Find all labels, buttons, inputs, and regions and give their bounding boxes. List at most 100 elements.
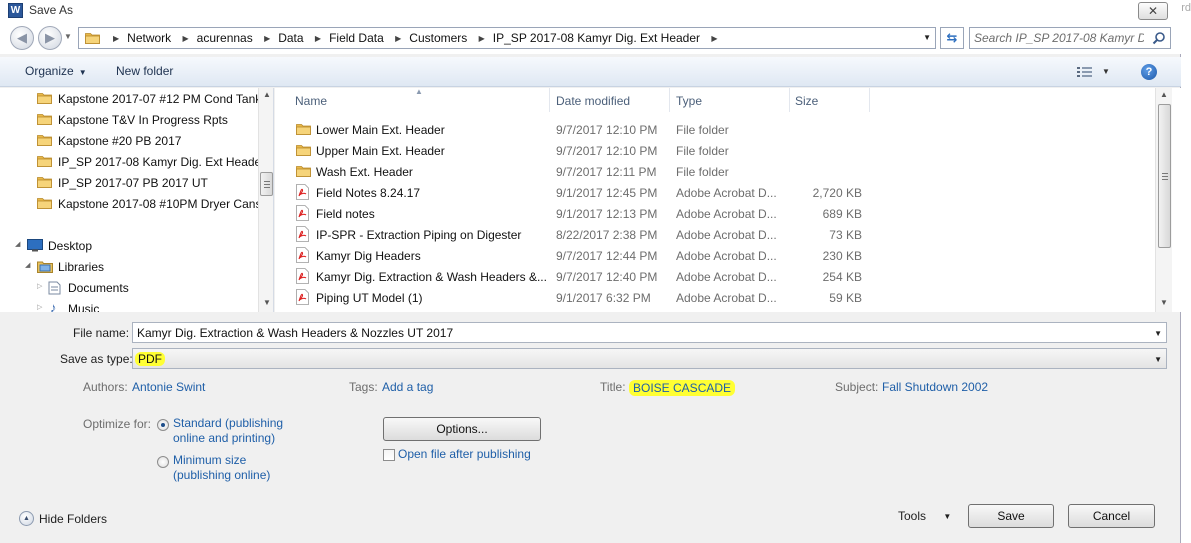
column-header-type[interactable]: Type [676,94,702,108]
scroll-up-icon[interactable]: ▲ [1160,90,1168,99]
breadcrumb-item[interactable]: Field Data [329,31,384,45]
address-bar[interactable]: ▶ Network ▶ acurennas ▶ Data ▶ Field Data ▶ C… [78,27,936,49]
back-button[interactable]: ◀ [10,26,34,50]
file-row[interactable]: Kamyr Dig Headers 9/7/2017 12:44 PM Adob… [275,245,1165,266]
sidebar-item-label: Kapstone 2017-08 #10PM Dryer Cans [58,197,262,211]
pdf-icon [296,289,309,305]
file-row[interactable]: Wash Ext. Header 9/7/2017 12:11 PM File … [275,161,1165,182]
standard-radio[interactable] [157,419,169,431]
column-header-date[interactable]: Date modified [556,94,630,108]
sidebar-item-label: Kapstone #20 PB 2017 [58,134,182,148]
views-icon[interactable] [1076,66,1094,78]
minimum-size-radio[interactable] [157,456,169,468]
cancel-button[interactable]: Cancel [1068,504,1155,528]
file-name: Kamyr Dig. Extraction & Wash Headers &..… [316,270,547,284]
sidebar-item-documents[interactable]: ▷ Documents [0,278,260,299]
chevron-right-icon[interactable]: ▶ [113,34,119,43]
subject-value[interactable]: Fall Shutdown 2002 [882,380,988,394]
file-row[interactable]: IP-SPR - Extraction Piping on Digester 8… [275,224,1165,245]
file-row[interactable]: Field notes 9/1/2017 12:13 PM Adobe Acro… [275,203,1165,224]
sidebar-item-libraries[interactable]: ◢ Libraries [0,257,260,278]
file-row[interactable]: Kamyr Dig. Extraction & Wash Headers &..… [275,266,1165,287]
file-list-scrollbar[interactable]: ▲ ▼ [1155,88,1172,312]
column-header-size[interactable]: Size [795,94,818,108]
chevron-down-icon[interactable]: ▼ [1154,329,1162,338]
collapse-arrow-icon[interactable]: ◢ [15,240,20,248]
scrollbar-thumb[interactable] [260,172,273,196]
open-after-publishing-checkbox[interactable] [383,449,395,461]
tags-value[interactable]: Add a tag [382,380,433,394]
recent-locations-dropdown-icon[interactable]: ▼ [64,32,72,41]
chevron-right-icon[interactable]: ▶ [395,34,401,43]
refresh-button[interactable]: ⇆ [940,27,964,49]
save-type-select[interactable]: PDF ▼ [132,348,1167,369]
title-bar: W Save As ✕ [0,0,1181,22]
file-row[interactable]: Field Notes 8.24.17 9/1/2017 12:45 PM Ad… [275,182,1165,203]
chevron-right-icon[interactable]: ▶ [315,34,321,43]
file-name-input[interactable]: Kamyr Dig. Extraction & Wash Headers & N… [132,322,1167,343]
new-folder-button[interactable]: New folder [116,64,173,78]
scrollbar-thumb[interactable] [1158,104,1171,248]
help-icon[interactable]: ? [1141,64,1157,80]
minimum-size-radio-label[interactable]: Minimum size (publishing online) [173,453,270,483]
authors-value[interactable]: Antonie Swint [132,380,205,394]
file-row[interactable]: Lower Main Ext. Header 9/7/2017 12:10 PM… [275,119,1165,140]
breadcrumb: ▶ Network ▶ acurennas ▶ Data ▶ Field Data ▶ C… [105,31,726,45]
breadcrumb-item[interactable]: Data [278,31,303,45]
hide-folders-button[interactable]: Hide Folders [39,512,107,526]
tags-label: Tags: [349,380,378,394]
chevron-right-icon[interactable]: ▶ [711,34,717,43]
pdf-icon [296,205,309,221]
expand-arrow-icon[interactable]: ▷ [37,303,42,311]
scroll-up-icon[interactable]: ▲ [263,90,271,99]
sidebar-item-folder[interactable]: Kapstone T&V In Progress Rpts [0,110,260,131]
folder-icon [296,123,311,135]
chevron-down-icon[interactable]: ▼ [923,33,931,42]
pdf-icon [296,247,309,263]
options-button[interactable]: Options... [383,417,541,441]
file-name: Field Notes 8.24.17 [316,186,421,200]
collapse-up-icon[interactable]: ▲ [19,511,34,526]
refresh-icon: ⇆ [946,30,958,45]
open-after-publishing-label[interactable]: Open file after publishing [398,447,531,462]
sidebar-item-folder[interactable]: Kapstone 2017-07 #12 PM Cond Tanks [0,89,267,110]
chevron-down-icon: ▼ [943,512,952,521]
save-type-value: PDF [135,352,165,366]
file-date: 9/1/2017 12:45 PM [556,186,658,200]
search-input[interactable] [974,30,1144,46]
sidebar-item-folder[interactable]: Kapstone 2017-08 #10PM Dryer Cans [0,194,262,215]
breadcrumb-item[interactable]: Customers [409,31,467,45]
search-icon[interactable] [1152,31,1166,45]
chevron-right-icon[interactable]: ▶ [479,34,485,43]
breadcrumb-item[interactable]: IP_SP 2017-08 Kamyr Dig. Ext Header [493,31,700,45]
column-header-name[interactable]: Name [295,94,327,108]
sidebar-item-folder[interactable]: Kapstone #20 PB 2017 [0,131,260,152]
collapse-arrow-icon[interactable]: ◢ [25,261,30,269]
chevron-down-icon[interactable]: ▼ [1102,67,1110,76]
save-button[interactable]: Save [968,504,1054,528]
forward-button[interactable]: ▶ [38,26,62,50]
sidebar-item-folder[interactable]: IP_SP 2017-07 PB 2017 UT [0,173,260,194]
scroll-down-icon[interactable]: ▼ [263,298,271,307]
file-row[interactable]: Upper Main Ext. Header 9/7/2017 12:10 PM… [275,140,1165,161]
chevron-right-icon[interactable]: ▶ [264,34,270,43]
standard-radio-label[interactable]: Standard (publishing online and printing… [173,416,283,446]
expand-arrow-icon[interactable]: ▷ [37,282,42,290]
chevron-down-icon[interactable]: ▼ [1154,355,1162,364]
close-button[interactable]: ✕ [1138,2,1168,20]
file-name: Lower Main Ext. Header [316,123,445,137]
sidebar-item-music[interactable]: ▷ ♪ Music [0,299,260,312]
title-value[interactable]: BOISE CASCADE [629,380,736,396]
scroll-down-icon[interactable]: ▼ [1160,298,1168,307]
breadcrumb-item[interactable]: acurennas [197,31,253,45]
file-row[interactable]: Piping UT Model (1) 9/1/2017 6:32 PM Ado… [275,287,1165,308]
breadcrumb-item[interactable]: Network [127,31,171,45]
tools-button[interactable]: Tools ▼ [898,509,951,523]
search-box[interactable] [969,27,1171,49]
sidebar-item-desktop[interactable]: ◢ Desktop [0,236,260,257]
sidebar-item-folder[interactable]: IP_SP 2017-08 Kamyr Dig. Ext Header [0,152,265,173]
chevron-right-icon[interactable]: ▶ [183,34,189,43]
nav-pane-scrollbar[interactable]: ▲ ▼ [258,88,273,312]
organize-button[interactable]: Organize ▼ [25,64,87,78]
background-text: rd [1181,2,1191,14]
